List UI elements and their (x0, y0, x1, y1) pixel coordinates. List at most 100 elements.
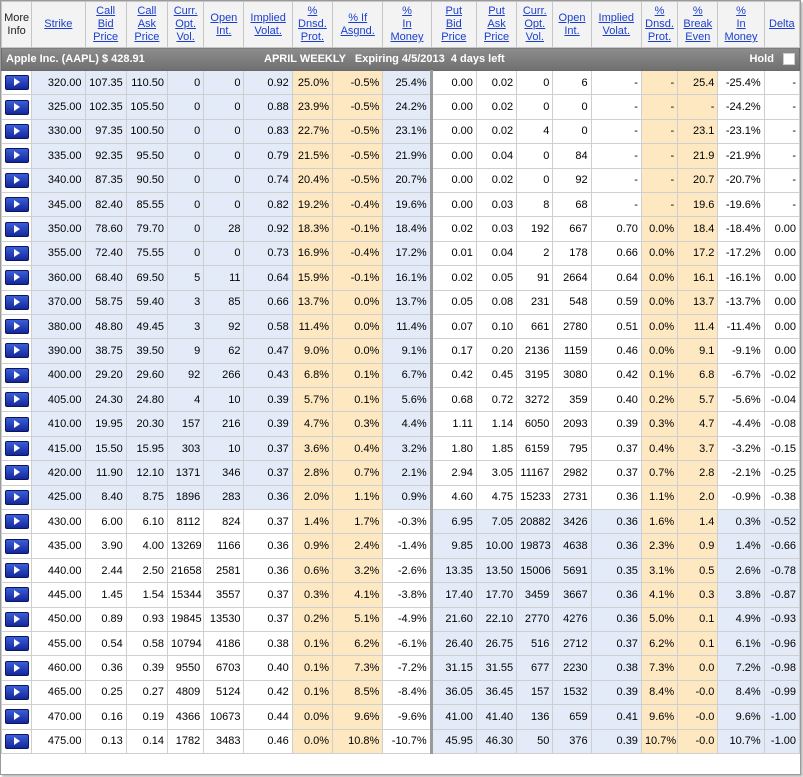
more-info-cell (0, 728, 33, 754)
hold-control[interactable]: Hold (749, 53, 795, 66)
call-volume-cell: 9550 (167, 655, 205, 681)
arrow-right-icon[interactable] (4, 197, 29, 213)
break-even-cell: 3.7 (677, 435, 719, 462)
arrow-right-icon[interactable] (4, 514, 29, 530)
header-call-open-interest-link[interactable]: Open Int. (210, 12, 237, 37)
arrow-right-icon[interactable] (4, 416, 29, 432)
arrow-right-icon[interactable] (4, 367, 29, 383)
header-call-open-interest[interactable]: Open Int. (203, 1, 245, 48)
table-row: 355.00 72.40 75.55 0 0 0.73 16.9% -0.4% 17.2% 0.0… (0, 240, 801, 267)
arrow-right-icon[interactable] (4, 636, 29, 652)
call-iv-cell: 0.79 (243, 143, 293, 169)
header-call-downside-protection[interactable]: % Dnsd. Prot. (291, 1, 334, 48)
header-call-ask[interactable]: Call Ask Price (125, 1, 169, 48)
header-call-iv-link[interactable]: Implied Volat. (250, 12, 285, 37)
call-ask-cell: 0.14 (125, 728, 169, 754)
put-bid-cell: 4.60 (429, 484, 477, 511)
arrow-right-icon[interactable] (4, 660, 29, 676)
arrow-right-icon[interactable] (4, 172, 29, 188)
call-bid-cell: 82.40 (84, 191, 127, 218)
header-call-assgnd-link[interactable]: % If Asgnd. (341, 12, 375, 37)
call-in-money-cell: 13.7% (382, 289, 432, 315)
header-put-volume[interactable]: Curr. Opt. Vol. (516, 1, 554, 48)
put-volume-cell: 0 (516, 143, 554, 169)
arrow-right-icon[interactable] (4, 270, 29, 286)
strike-cell: 475.00 (31, 728, 86, 754)
arrow-right-icon[interactable] (4, 465, 29, 481)
arrow-right-icon[interactable] (4, 392, 29, 408)
arrow-right-icon[interactable] (4, 733, 29, 749)
arrow-right-icon[interactable] (4, 563, 29, 578)
header-strike-link[interactable]: Strike (44, 18, 72, 30)
header-call-ask-link[interactable]: Call Ask Price (134, 5, 159, 43)
arrow-right-icon[interactable] (4, 489, 29, 505)
header-call-volume-link[interactable]: Curr. Opt. Vol. (174, 5, 198, 43)
header-put-open-interest[interactable]: Open Int. (552, 1, 592, 48)
header-call-bid[interactable]: Call Bid Price (84, 1, 127, 48)
arrow-right-icon[interactable] (4, 148, 29, 164)
arrow-right-icon[interactable] (4, 99, 29, 115)
put-in-money-cell: -21.9% (717, 143, 765, 169)
header-put-ask[interactable]: Put Ask Price (475, 1, 518, 48)
checkbox-icon[interactable] (783, 53, 795, 66)
strike-cell: 435.00 (31, 533, 86, 559)
arrow-right-icon[interactable] (4, 587, 29, 603)
header-break-even-link[interactable]: % Break Even (683, 5, 712, 43)
header-put-implied-volatility[interactable]: Implied Volat. (590, 1, 642, 48)
header-call-dnsd-link[interactable]: % Dnsd. Prot. (298, 5, 327, 43)
header-call-if-assigned[interactable]: % If Asgnd. (332, 1, 384, 48)
arrow-right-icon[interactable] (4, 294, 29, 310)
call-in-money-cell: -6.1% (382, 630, 432, 657)
put-dnsd-cell: 0.0% (640, 289, 679, 315)
arrow-right-icon[interactable] (4, 709, 29, 725)
arrow-right-icon[interactable] (4, 684, 29, 700)
header-call-volume[interactable]: Curr. Opt. Vol. (167, 1, 205, 48)
put-ask-cell: 0.45 (475, 362, 518, 389)
header-put-in-money-link[interactable]: % In Money (725, 5, 758, 43)
arrow-right-icon[interactable] (4, 538, 29, 554)
call-volume-cell: 1896 (167, 484, 205, 511)
arrow-right-icon[interactable] (4, 343, 29, 359)
symbol-label: Apple Inc. (AAPL) $ 428.91 (6, 52, 145, 65)
header-put-bid[interactable]: Put Bid Price (430, 1, 477, 48)
header-call-bid-link[interactable]: Call Bid Price (93, 5, 118, 43)
header-break-even[interactable]: % Break Even (677, 1, 719, 48)
put-dnsd-cell: - (640, 69, 679, 96)
arrow-right-icon[interactable] (4, 611, 29, 627)
arrow-right-icon[interactable] (4, 75, 29, 91)
header-put-volume-link[interactable]: Curr. Opt. Vol. (523, 5, 547, 43)
header-delta[interactable]: Delta (763, 1, 801, 48)
call-in-money-cell: -2.6% (382, 557, 432, 584)
header-call-in-money[interactable]: % In Money (382, 1, 432, 48)
header-call-in-money-link[interactable]: % In Money (390, 5, 423, 43)
more-info-cell (0, 533, 33, 559)
header-put-downside-protection[interactable]: % Dnsd. Prot. (640, 1, 679, 48)
header-put-in-money[interactable]: % In Money (717, 1, 765, 48)
header-put-dnsd-link[interactable]: % Dnsd. Prot. (645, 5, 674, 43)
call-bid-cell: 24.30 (84, 387, 127, 413)
arrow-right-icon[interactable] (4, 245, 29, 261)
put-bid-cell: 0.02 (429, 265, 477, 291)
call-iv-cell: 0.46 (243, 728, 293, 754)
arrow-right-icon[interactable] (4, 319, 29, 335)
call-bid-cell: 72.40 (84, 240, 127, 267)
arrow-right-icon[interactable] (4, 441, 29, 457)
put-bid-cell: 41.00 (429, 704, 477, 730)
call-iv-cell: 0.73 (243, 240, 293, 267)
header-put-ask-link[interactable]: Put Ask Price (484, 5, 509, 43)
header-strike[interactable]: Strike (31, 1, 86, 48)
arrow-right-icon[interactable] (4, 123, 29, 139)
call-iv-cell: 0.36 (243, 533, 293, 559)
call-ask-cell: 79.70 (125, 216, 169, 242)
arrow-right-icon[interactable] (4, 221, 29, 237)
header-put-bid-link[interactable]: Put Bid Price (441, 5, 466, 43)
call-ask-cell: 0.93 (125, 606, 169, 632)
more-info-cell (0, 606, 33, 632)
header-call-implied-volatility[interactable]: Implied Volat. (243, 1, 293, 48)
call-bid-cell: 0.25 (84, 679, 127, 706)
put-volume-cell: 157 (516, 679, 554, 706)
put-dnsd-cell: 0.4% (640, 435, 679, 462)
header-put-open-interest-link[interactable]: Open Int. (559, 12, 586, 37)
header-put-iv-link[interactable]: Implied Volat. (599, 12, 634, 37)
header-delta-link[interactable]: Delta (769, 18, 795, 30)
